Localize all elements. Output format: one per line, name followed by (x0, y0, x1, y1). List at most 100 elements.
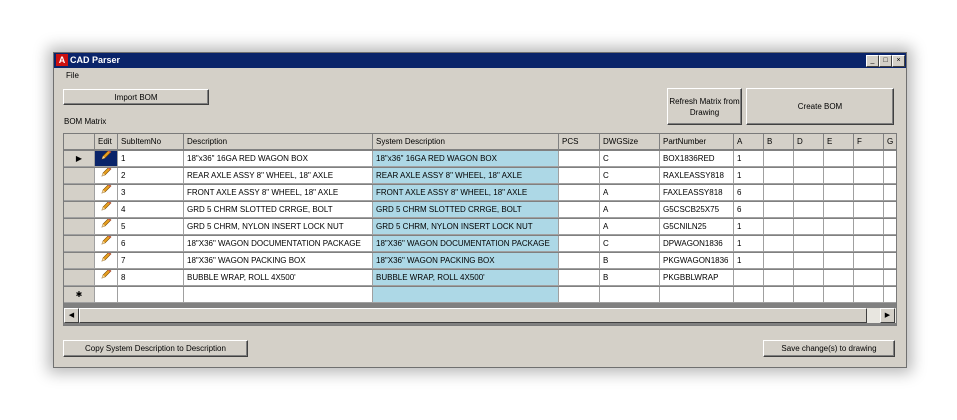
pcs-cell[interactable] (559, 151, 600, 167)
system-description-cell[interactable]: 18"x36" 16GA RED WAGON BOX (373, 151, 559, 167)
col-d-cell[interactable] (794, 185, 824, 201)
new-row-cell[interactable] (600, 287, 660, 303)
partnumber-cell[interactable]: G5CSCB25X75 (660, 202, 734, 218)
col-b-cell[interactable] (764, 151, 794, 167)
dwgsize-cell[interactable]: A (600, 185, 660, 201)
subitemno-cell[interactable]: 2 (118, 168, 184, 184)
column-header-a[interactable]: A (734, 134, 764, 150)
column-header-f[interactable]: F (854, 134, 884, 150)
col-e-cell[interactable] (824, 253, 854, 269)
row-header-cell[interactable] (64, 236, 95, 252)
description-cell[interactable]: 18"x36" 16GA RED WAGON BOX (184, 151, 373, 167)
system-description-cell[interactable]: GRD 5 CHRM, NYLON INSERT LOCK NUT (373, 219, 559, 235)
description-cell[interactable]: GRD 5 CHRM, NYLON INSERT LOCK NUT (184, 219, 373, 235)
refresh-matrix-button[interactable]: Refresh Matrix from Drawing (667, 88, 742, 125)
new-row-cell[interactable] (794, 287, 824, 303)
partnumber-cell[interactable]: BOX1836RED (660, 151, 734, 167)
col-d-cell[interactable] (794, 168, 824, 184)
dwgsize-cell[interactable]: C (600, 168, 660, 184)
col-f-cell[interactable] (854, 202, 884, 218)
col-e-cell[interactable] (824, 185, 854, 201)
edit-button[interactable] (95, 270, 118, 286)
pcs-cell[interactable] (559, 168, 600, 184)
description-cell[interactable]: BUBBLE WRAP, ROLL 4X500' (184, 270, 373, 286)
col-d-cell[interactable] (794, 236, 824, 252)
table-row[interactable]: 6 18"X36" WAGON DOCUMENTATION PACKAGE 18"X… (64, 236, 896, 253)
col-b-cell[interactable] (764, 253, 794, 269)
menu-file[interactable]: File (66, 71, 79, 80)
table-row[interactable]: 2 REAR AXLE ASSY 8" WHEEL, 18" AXLE REAR A… (64, 168, 896, 185)
col-e-cell[interactable] (824, 236, 854, 252)
column-header-g[interactable]: G (884, 134, 896, 150)
new-row-cell[interactable] (764, 287, 794, 303)
column-header-partnumber[interactable]: PartNumber (660, 134, 734, 150)
row-header-cell[interactable] (64, 219, 95, 235)
new-row-cell[interactable] (824, 287, 854, 303)
column-header-e[interactable]: E (824, 134, 854, 150)
edit-button[interactable] (95, 253, 118, 269)
column-header-d[interactable]: D (794, 134, 824, 150)
col-a-cell[interactable] (734, 270, 764, 286)
edit-button[interactable] (95, 185, 118, 201)
pcs-cell[interactable] (559, 219, 600, 235)
new-row-cell[interactable] (884, 287, 896, 303)
col-g-cell[interactable] (884, 270, 896, 286)
row-header-cell[interactable] (64, 253, 95, 269)
row-header-cell[interactable] (64, 270, 95, 286)
col-f-cell[interactable] (854, 219, 884, 235)
col-e-cell[interactable] (824, 202, 854, 218)
column-header-dwgsize[interactable]: DWGSize (600, 134, 660, 150)
pcs-cell[interactable] (559, 185, 600, 201)
new-row-marker[interactable]: ✱ (64, 287, 95, 303)
save-changes-button[interactable]: Save change(s) to drawing (763, 340, 895, 357)
new-row-cell[interactable] (660, 287, 734, 303)
new-row-cell[interactable] (373, 287, 559, 303)
new-row-cell[interactable] (95, 287, 118, 303)
description-cell[interactable]: 18"X36" WAGON PACKING BOX (184, 253, 373, 269)
col-b-cell[interactable] (764, 270, 794, 286)
col-e-cell[interactable] (824, 168, 854, 184)
subitemno-cell[interactable]: 8 (118, 270, 184, 286)
partnumber-cell[interactable]: PKGBBLWRAP (660, 270, 734, 286)
grid-corner-cell[interactable] (64, 134, 95, 150)
col-d-cell[interactable] (794, 151, 824, 167)
col-f-cell[interactable] (854, 236, 884, 252)
new-row-cell[interactable] (734, 287, 764, 303)
col-d-cell[interactable] (794, 270, 824, 286)
col-b-cell[interactable] (764, 219, 794, 235)
table-row[interactable]: ▶ 1 18"x36" 16GA RED WAGON BOX 18"x36" 16GA… (64, 151, 896, 168)
col-a-cell[interactable]: 1 (734, 236, 764, 252)
table-row[interactable]: 8 BUBBLE WRAP, ROLL 4X500' BUBBLE WRAP, RO… (64, 270, 896, 287)
pcs-cell[interactable] (559, 202, 600, 218)
system-description-cell[interactable]: GRD 5 CHRM SLOTTED CRRGE, BOLT (373, 202, 559, 218)
copy-system-description-button[interactable]: Copy System Description to Description (63, 340, 248, 357)
edit-button[interactable] (95, 151, 118, 167)
minimize-button[interactable]: _ (866, 55, 879, 67)
scroll-right-icon[interactable]: ▶ (880, 308, 895, 323)
col-a-cell[interactable]: 1 (734, 151, 764, 167)
col-g-cell[interactable] (884, 151, 896, 167)
col-f-cell[interactable] (854, 168, 884, 184)
col-e-cell[interactable] (824, 219, 854, 235)
system-description-cell[interactable]: BUBBLE WRAP, ROLL 4X500' (373, 270, 559, 286)
partnumber-cell[interactable]: G5CNILN25 (660, 219, 734, 235)
close-button[interactable]: × (892, 55, 905, 67)
col-g-cell[interactable] (884, 253, 896, 269)
column-header-b[interactable]: B (764, 134, 794, 150)
edit-button[interactable] (95, 236, 118, 252)
table-row[interactable]: 5 GRD 5 CHRM, NYLON INSERT LOCK NUT GRD 5 … (64, 219, 896, 236)
col-b-cell[interactable] (764, 185, 794, 201)
col-a-cell[interactable]: 1 (734, 168, 764, 184)
table-row[interactable]: 3 FRONT AXLE ASSY 8" WHEEL, 18" AXLE FRONT… (64, 185, 896, 202)
create-bom-button[interactable]: Create BOM (746, 88, 894, 125)
column-header-subitemno[interactable]: SubItemNo (118, 134, 184, 150)
col-g-cell[interactable] (884, 168, 896, 184)
dwgsize-cell[interactable]: A (600, 219, 660, 235)
table-row[interactable]: 7 18"X36" WAGON PACKING BOX 18"X36" WAGON … (64, 253, 896, 270)
table-row[interactable]: 4 GRD 5 CHRM SLOTTED CRRGE, BOLT GRD 5 CHR… (64, 202, 896, 219)
col-g-cell[interactable] (884, 185, 896, 201)
col-f-cell[interactable] (854, 185, 884, 201)
pcs-cell[interactable] (559, 253, 600, 269)
new-row-cell[interactable] (854, 287, 884, 303)
system-description-cell[interactable]: FRONT AXLE ASSY 8" WHEEL, 18" AXLE (373, 185, 559, 201)
